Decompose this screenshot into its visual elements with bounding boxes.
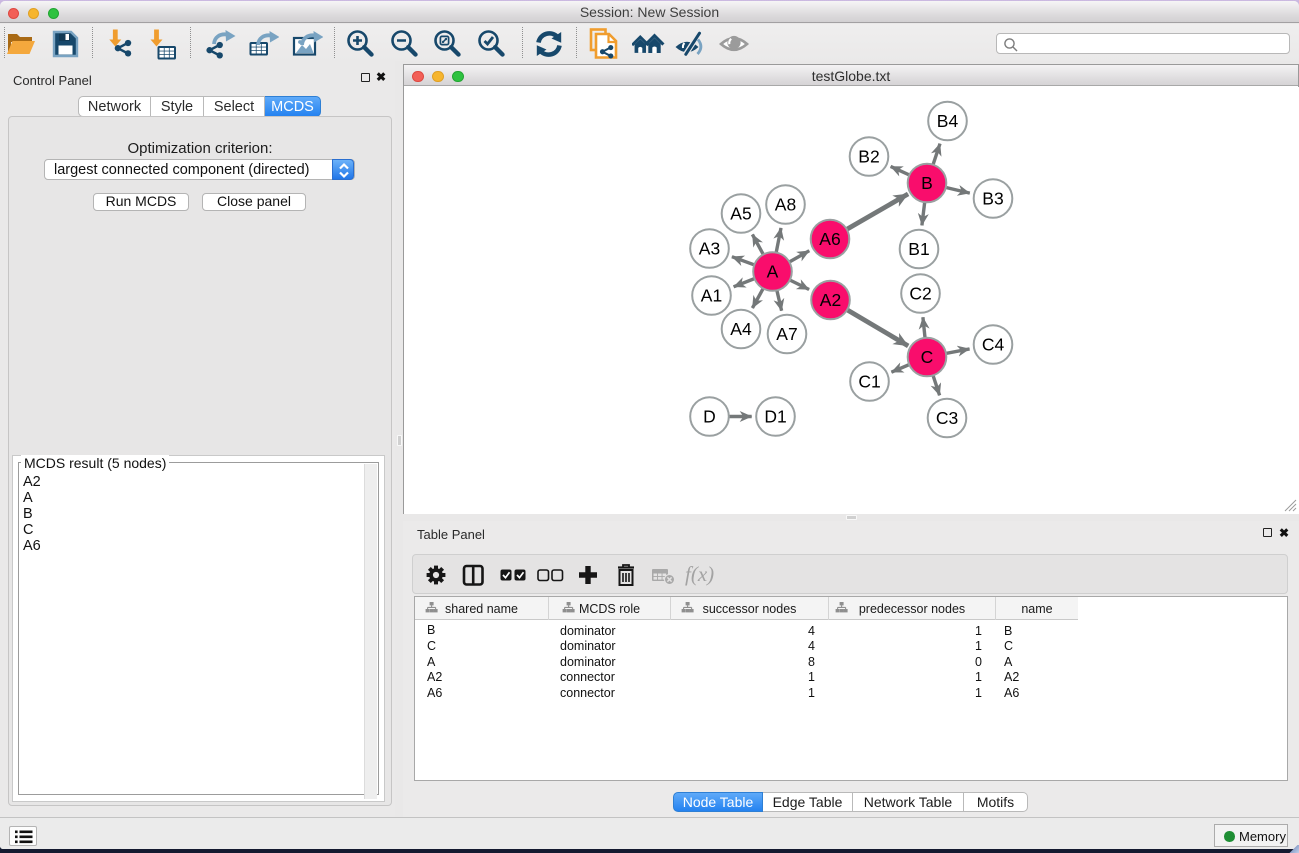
svg-text:A2: A2 bbox=[820, 290, 841, 310]
svg-text:A3: A3 bbox=[699, 239, 720, 259]
svg-text:A4: A4 bbox=[730, 319, 752, 339]
svg-text:A8: A8 bbox=[775, 195, 796, 215]
svg-text:B2: B2 bbox=[858, 147, 879, 167]
svg-text:A1: A1 bbox=[701, 286, 722, 306]
svg-text:A6: A6 bbox=[819, 229, 840, 249]
svg-text:C3: C3 bbox=[936, 408, 958, 428]
svg-text:D: D bbox=[703, 407, 716, 427]
svg-text:C: C bbox=[921, 347, 934, 367]
svg-text:C1: C1 bbox=[858, 372, 880, 392]
svg-text:C2: C2 bbox=[909, 284, 931, 304]
svg-text:B3: B3 bbox=[982, 189, 1003, 209]
svg-text:B: B bbox=[921, 173, 933, 193]
svg-text:B4: B4 bbox=[937, 111, 959, 131]
svg-text:D1: D1 bbox=[764, 407, 786, 427]
svg-text:A7: A7 bbox=[776, 324, 797, 344]
svg-text:C4: C4 bbox=[982, 335, 1005, 355]
svg-text:A: A bbox=[767, 262, 779, 282]
svg-text:B1: B1 bbox=[908, 239, 929, 259]
svg-text:A5: A5 bbox=[730, 204, 751, 224]
